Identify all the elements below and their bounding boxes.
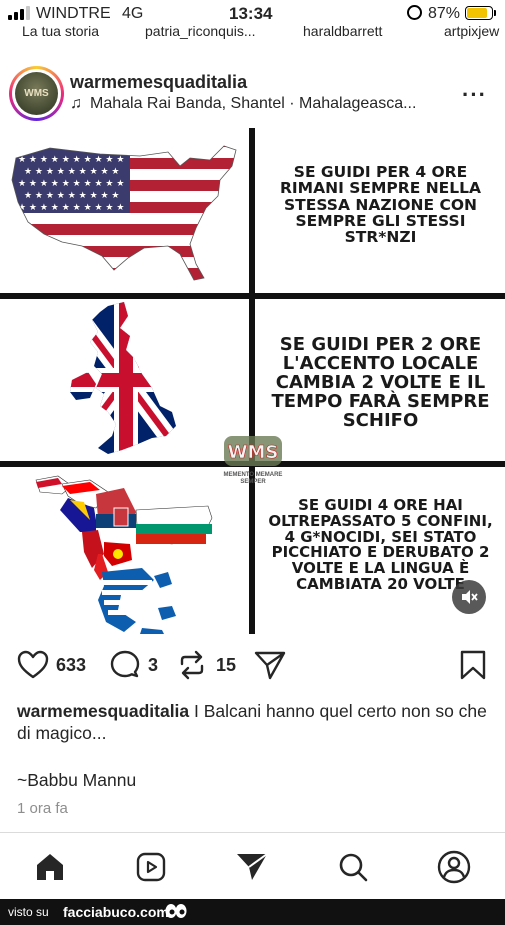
nav-profile[interactable] xyxy=(437,850,471,884)
uk-flag-map xyxy=(70,302,176,454)
post-timestamp: 1 ora fa xyxy=(17,800,68,817)
nav-reels[interactable] xyxy=(134,850,168,884)
nav-messages[interactable] xyxy=(235,850,269,884)
like-button[interactable]: 633 xyxy=(17,650,86,680)
music-title: Mahala Rai Banda, Shantel · Mahalageasca… xyxy=(90,95,417,112)
watermark-logo: WMS MEMENTO MEMARE SEMPER xyxy=(218,430,288,492)
music-info[interactable]: ♫ Mahala Rai Banda, Shantel · Mahalageas… xyxy=(70,95,416,113)
battery-fill xyxy=(467,8,487,18)
svg-text:★ ★ ★ ★ ★ ★ ★ ★ ★: ★ ★ ★ ★ ★ ★ ★ ★ ★ xyxy=(24,167,120,177)
post-caption: warmemesquaditalia I Balcani hanno quel … xyxy=(17,700,487,744)
repost-count: 15 xyxy=(216,654,237,675)
panel-1-text: SE GUIDI PER 4 ORE RIMANI SEMPRE NELLA S… xyxy=(279,163,482,247)
svg-text:★ ★ ★ ★ ★ ★ ★ ★ ★ ★: ★ ★ ★ ★ ★ ★ ★ ★ ★ ★ xyxy=(18,203,124,213)
carrier-name: WINDTRE xyxy=(36,5,111,22)
watermark-subtitle: MEMENTO MEMARE SEMPER xyxy=(223,472,283,485)
battery-percent: 87% xyxy=(428,5,461,22)
send-icon xyxy=(237,853,268,880)
search-icon xyxy=(339,853,368,882)
caption-signature: ~Babbu Mannu xyxy=(17,770,137,790)
repost-button[interactable]: 15 xyxy=(178,650,236,680)
send-icon xyxy=(254,651,286,680)
repost-icon xyxy=(180,650,204,680)
watermark-title: WMS xyxy=(228,442,279,463)
avatar[interactable]: WMS xyxy=(9,66,64,121)
footer-prefix: visto su xyxy=(8,905,49,919)
svg-text:★ ★ ★ ★ ★ ★ ★ ★ ★ ★: ★ ★ ★ ★ ★ ★ ★ ★ ★ ★ xyxy=(18,155,124,165)
nav-search[interactable] xyxy=(336,850,370,884)
comment-button[interactable]: 3 xyxy=(110,650,158,680)
post-actions: 633 3 15 xyxy=(0,646,505,686)
svg-text:★ ★ ★ ★ ★ ★ ★ ★ ★: ★ ★ ★ ★ ★ ★ ★ ★ ★ xyxy=(24,191,120,201)
speaker-muted-icon xyxy=(462,590,478,604)
eyes-logo-icon xyxy=(165,904,187,918)
balkans-flags-map xyxy=(35,475,213,634)
panel-divider xyxy=(249,128,255,634)
signal-icon xyxy=(8,6,32,20)
comment-icon xyxy=(110,650,140,678)
heart-icon xyxy=(17,650,49,679)
bottom-nav xyxy=(0,846,505,890)
nav-divider xyxy=(0,832,505,833)
clock: 13:34 xyxy=(229,4,273,23)
home-icon xyxy=(37,854,63,880)
footer-bar: visto su facciabuco.com xyxy=(0,899,505,925)
mute-button[interactable] xyxy=(452,580,486,614)
svg-text:★ ★ ★ ★ ★ ★ ★ ★ ★ ★: ★ ★ ★ ★ ★ ★ ★ ★ ★ ★ xyxy=(18,179,124,189)
watermark-icon: WMS xyxy=(224,436,282,466)
like-count: 633 xyxy=(56,654,87,675)
post-header: WMS warmemesquaditalia ♫ Mahala Rai Band… xyxy=(0,62,505,122)
stories-row: La tua storia patria_riconquis... harald… xyxy=(0,22,505,44)
story-label[interactable]: haraldbarrett xyxy=(303,23,382,39)
more-options-icon[interactable]: ··· xyxy=(462,82,487,108)
music-note-icon: ♫ xyxy=(70,95,82,112)
footer-site[interactable]: facciabuco.com xyxy=(63,904,169,920)
bookmark-icon xyxy=(460,650,486,680)
save-button[interactable] xyxy=(460,650,486,680)
avatar-image: WMS xyxy=(15,72,58,115)
panel-3-text: SE GUIDI 4 ORE HAI OLTREPASSATO 5 CONFIN… xyxy=(268,496,493,593)
rotation-lock-icon xyxy=(407,5,422,20)
story-label[interactable]: artpixjew xyxy=(444,23,499,39)
caption-username[interactable]: warmemesquaditalia xyxy=(17,701,189,721)
panel-2-text: SE GUIDI PER 2 ORE L'ACCENTO LOCALE CAMB… xyxy=(271,334,490,431)
comment-count: 3 xyxy=(148,654,159,675)
network-type: 4G xyxy=(122,5,144,22)
nav-home[interactable] xyxy=(33,850,67,884)
story-label[interactable]: La tua storia xyxy=(22,23,99,39)
usa-flag-map: ★ ★ ★ ★ ★ ★ ★ ★ ★ ★ ★ ★ ★ ★ ★ ★ ★ ★ ★ ★ … xyxy=(11,145,237,281)
battery-icon xyxy=(465,6,496,20)
reels-icon xyxy=(136,852,166,882)
share-button[interactable] xyxy=(254,650,286,680)
profile-icon xyxy=(437,850,471,884)
post-image[interactable]: ★ ★ ★ ★ ★ ★ ★ ★ ★ ★ ★ ★ ★ ★ ★ ★ ★ ★ ★ ★ … xyxy=(0,128,505,634)
story-label[interactable]: patria_riconquis... xyxy=(145,23,256,39)
post-username[interactable]: warmemesquaditalia xyxy=(70,72,247,93)
